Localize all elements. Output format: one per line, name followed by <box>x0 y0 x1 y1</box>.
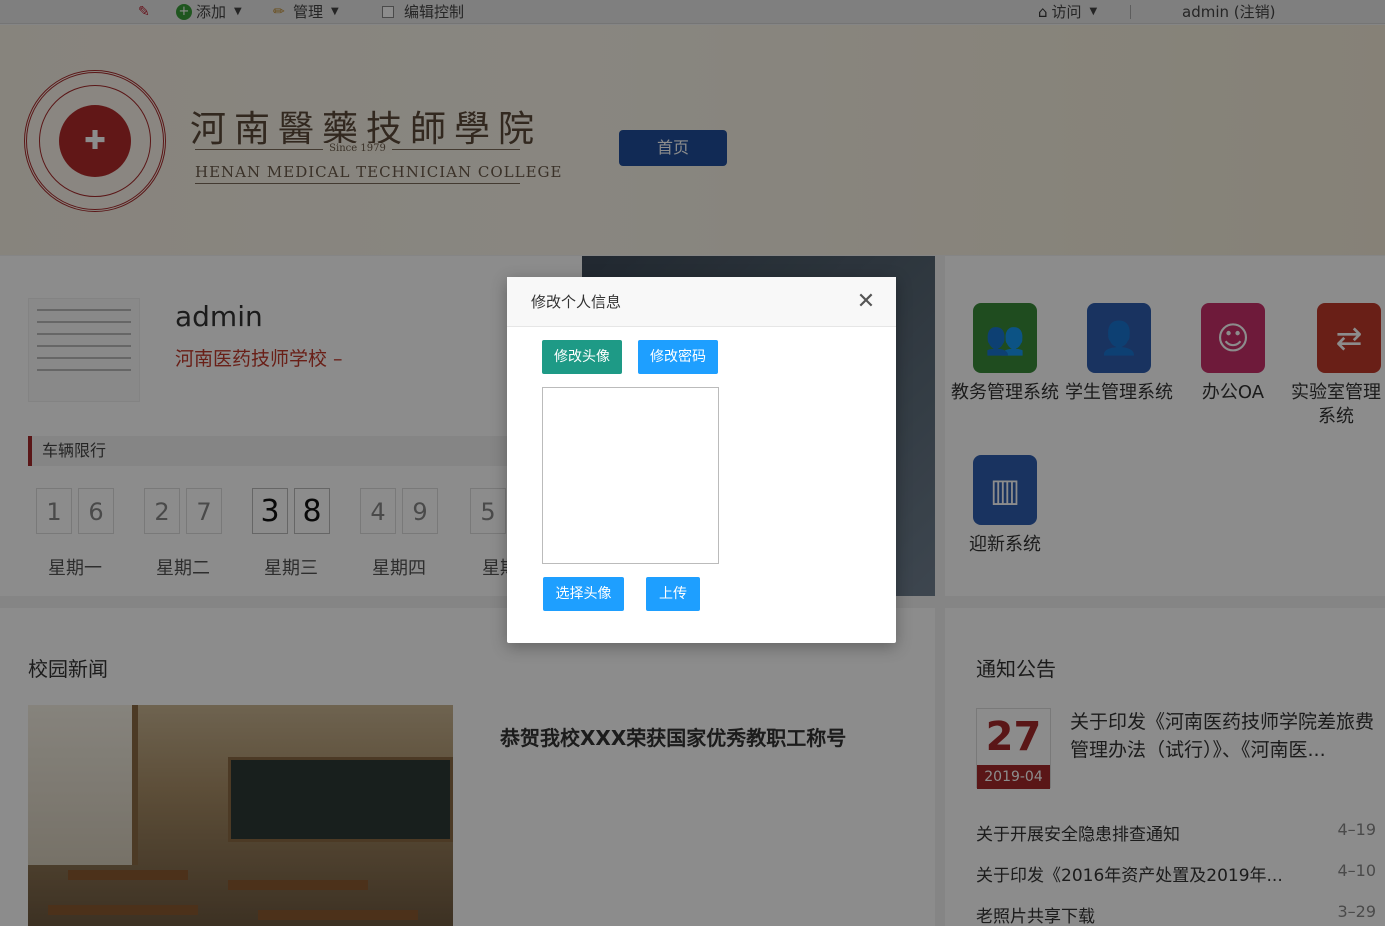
tab-change-avatar-button[interactable]: 修改头像 <box>542 340 622 374</box>
upload-button[interactable]: 上传 <box>646 577 700 611</box>
choose-avatar-button[interactable]: 选择头像 <box>543 577 624 611</box>
avatar-preview <box>542 387 719 564</box>
modal-title: 修改个人信息 <box>531 293 622 311</box>
tab-change-password-button[interactable]: 修改密码 <box>638 340 718 374</box>
close-icon[interactable]: ✕ <box>854 290 878 314</box>
edit-profile-modal: 修改个人信息 ✕ 修改头像 修改密码 选择头像 上传 <box>507 277 896 643</box>
modal-header: 修改个人信息 ✕ <box>507 277 896 327</box>
